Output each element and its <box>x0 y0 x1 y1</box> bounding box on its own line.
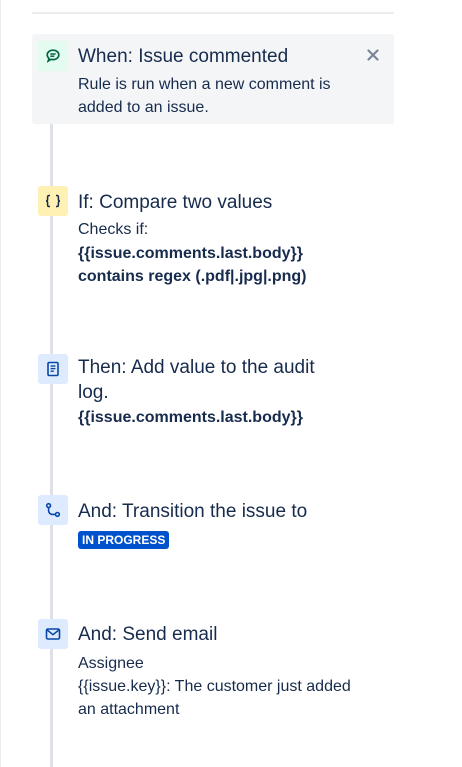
audit-title-line-1[interactable]: Then: Add value to the audit <box>78 356 315 380</box>
email-subject-line-1: {{issue.key}}: The customer just added <box>78 678 351 695</box>
top-divider <box>32 12 394 14</box>
close-icon[interactable] <box>362 44 384 66</box>
trigger-description-line-1: Rule is run when a new comment is <box>78 76 331 93</box>
condition-value-line-2: contains regex (.pdf|.jpg|.png) <box>78 268 307 285</box>
rule-timeline-line <box>50 62 53 767</box>
status-lozenge: IN PROGRESS <box>78 531 170 549</box>
transition-title[interactable]: And: Transition the issue to <box>78 500 307 524</box>
email-subject-line-2: an attachment <box>78 701 180 718</box>
condition-title[interactable]: If: Compare two values <box>78 191 272 215</box>
comment-icon <box>38 41 68 71</box>
envelope-icon <box>38 619 68 649</box>
rule-editor-panel: When: Issue commented Rule is run when a… <box>0 0 462 767</box>
audit-value: {{issue.comments.last.body}} <box>78 409 303 426</box>
trigger-title: When: Issue commented <box>78 46 289 67</box>
audit-log-icon <box>38 354 68 384</box>
audit-title-line-2: log. <box>78 382 109 403</box>
email-title[interactable]: And: Send email <box>78 623 217 647</box>
panel-border <box>0 0 1 767</box>
condition-label: Checks if: <box>78 221 149 238</box>
curly-braces-icon <box>38 186 68 216</box>
transition-icon <box>38 495 68 525</box>
trigger-description-line-2: added to an issue. <box>78 99 209 116</box>
email-recipient: Assignee <box>78 655 144 672</box>
condition-value-line-1: {{issue.comments.last.body}} <box>78 245 303 262</box>
